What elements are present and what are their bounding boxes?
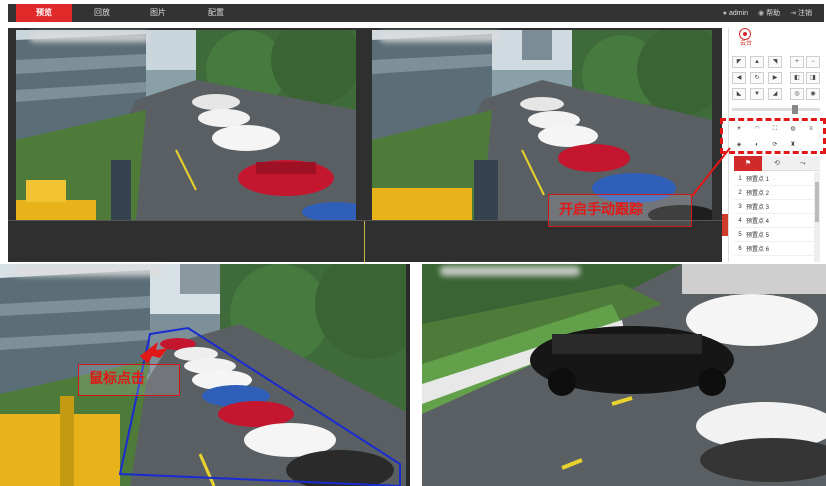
bottom-left-photo: [0, 264, 410, 486]
annotation-mouse-click: 鼠标点击: [78, 364, 180, 396]
blurred-overlay-3: [14, 266, 164, 276]
blurred-overlay-4: [440, 266, 580, 276]
zoomed-scene: [422, 264, 826, 486]
tracking-scene: [0, 264, 410, 486]
annotation-manual-tracking: 开启手动跟踪: [548, 194, 692, 227]
screenshot-root: 预览 回放 图片 配置 ● admin ◉ 帮助 ⇥ 注销 云台 ◤ ▲ ◥ ◀…: [0, 0, 826, 486]
bottom-right-photo: [422, 264, 826, 486]
annotation-pointer-line: [691, 147, 731, 197]
